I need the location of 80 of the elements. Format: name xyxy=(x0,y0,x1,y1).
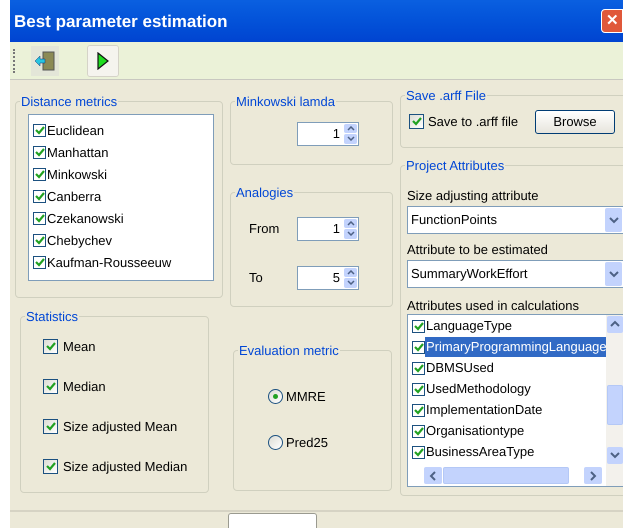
checkbox-label: Median xyxy=(63,378,106,396)
group-title: Analogies xyxy=(235,184,294,202)
checkbox-label: Kaufman-Rousseeuw xyxy=(47,254,172,272)
number-field[interactable]: 1 xyxy=(297,216,359,240)
spin-up-icon[interactable] xyxy=(344,218,357,228)
checkbox[interactable] xyxy=(33,146,46,159)
number-field[interactable]: 5 xyxy=(297,266,359,290)
checkbox[interactable] xyxy=(412,362,425,374)
checkbox[interactable] xyxy=(412,340,425,354)
vertical-scrollbar[interactable] xyxy=(606,314,623,486)
dropdown[interactable]: FunctionPoints xyxy=(407,206,623,234)
checkbox-label: Save to .arff file xyxy=(428,112,518,131)
radio-label: MMRE xyxy=(286,388,326,406)
run-button[interactable] xyxy=(87,44,119,76)
scroll-right-icon[interactable] xyxy=(584,467,602,484)
checkbox[interactable] xyxy=(33,168,46,181)
field-label: From xyxy=(248,220,280,238)
checkbox[interactable] xyxy=(33,190,46,203)
spin-down-icon[interactable] xyxy=(344,229,357,238)
checkbox[interactable] xyxy=(412,446,425,458)
checkbox-label: Euclidean xyxy=(47,122,104,140)
list-item[interactable]: LanguageType xyxy=(425,316,514,336)
door-icon xyxy=(34,50,56,72)
exit-button[interactable] xyxy=(31,46,59,76)
checkbox-label: Minkowski xyxy=(47,166,107,184)
field-label: To xyxy=(248,268,264,287)
radio-button[interactable] xyxy=(268,388,283,404)
checkbox[interactable] xyxy=(33,124,46,137)
radio-label: Pred25 xyxy=(286,434,328,452)
spin-up-icon[interactable] xyxy=(344,268,357,277)
checkbox[interactable] xyxy=(33,212,46,225)
checkbox[interactable] xyxy=(412,382,425,396)
checkbox[interactable] xyxy=(43,419,58,434)
field-label: Size adjusting attribute xyxy=(407,188,540,204)
scroll-thumb[interactable] xyxy=(606,384,622,424)
checkbox[interactable] xyxy=(43,339,58,354)
checkbox[interactable] xyxy=(33,234,46,247)
group-title: Project Attributes xyxy=(405,157,506,175)
checkbox[interactable] xyxy=(43,379,58,394)
number-field[interactable]: 1 xyxy=(297,122,359,146)
checkbox[interactable] xyxy=(412,320,425,332)
list-item[interactable]: Organisationtype xyxy=(425,421,526,441)
checkbox-label: Canberra xyxy=(47,188,102,206)
group-title: Statistics xyxy=(25,308,80,326)
spin-up-icon[interactable] xyxy=(344,124,357,133)
checkbox-label: Mean xyxy=(63,338,96,356)
field-label: Attribute to be estimated xyxy=(407,242,549,258)
checkbox[interactable] xyxy=(43,459,58,474)
checkbox-label: Chebychev xyxy=(47,232,112,250)
list-item[interactable]: PrimaryProgrammingLanguage xyxy=(425,337,608,357)
checkbox-label: Czekanowski xyxy=(47,210,124,228)
group-title: Minkowski lamda xyxy=(235,93,336,111)
browse-button[interactable]: Browse xyxy=(535,110,615,134)
group-title: Save .arff File xyxy=(405,87,487,105)
checkbox-label: Size adjusted Mean xyxy=(63,418,178,436)
play-icon xyxy=(97,52,109,70)
checkbox[interactable] xyxy=(412,404,425,416)
close-button[interactable]: ✕ xyxy=(601,9,623,33)
dropdown[interactable]: SummaryWorkEffort xyxy=(407,260,623,288)
list-item[interactable]: DBMSUsed xyxy=(425,358,495,378)
field-label: Attributes used in calculations xyxy=(407,298,580,314)
group-title: Evaluation metric xyxy=(238,342,340,360)
list-item[interactable]: ImplementationDate xyxy=(425,400,544,420)
scroll-down-icon[interactable] xyxy=(606,446,622,464)
list-item[interactable]: BusinessAreaType xyxy=(425,442,536,462)
checkbox-label: Manhattan xyxy=(47,144,108,162)
checkbox-label: Size adjusted Median xyxy=(63,458,188,476)
scroll-left-icon[interactable] xyxy=(424,467,442,484)
scroll-up-icon[interactable] xyxy=(606,316,622,332)
window-title: Best parameter estimation xyxy=(14,11,228,34)
list-item[interactable]: UsedMethodology xyxy=(425,379,532,399)
checkbox[interactable] xyxy=(33,256,46,269)
radio-button[interactable] xyxy=(268,435,283,450)
spin-down-icon[interactable] xyxy=(344,134,357,144)
checkbox[interactable] xyxy=(409,114,424,129)
group-title: Distance metrics xyxy=(20,93,118,111)
spin-down-icon[interactable] xyxy=(344,278,357,288)
scroll-thumb[interactable] xyxy=(443,467,569,484)
tab[interactable] xyxy=(228,513,317,528)
checkbox[interactable] xyxy=(412,424,425,438)
